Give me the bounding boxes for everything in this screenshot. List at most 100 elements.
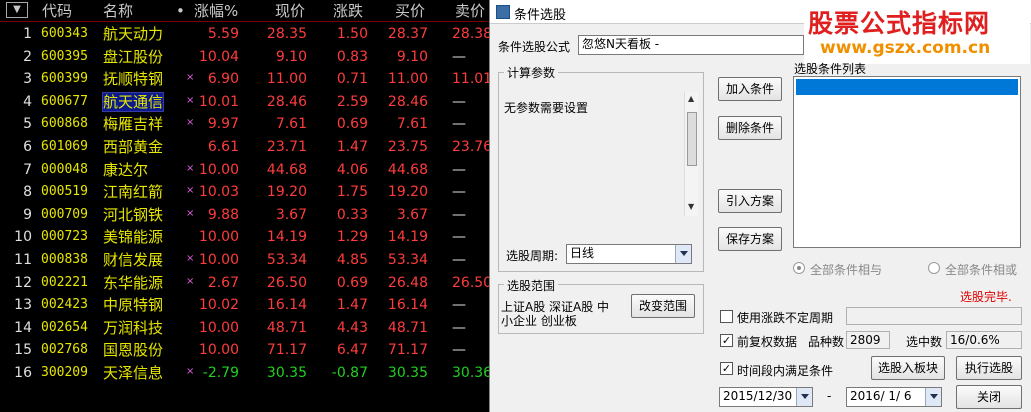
date-separator: -: [827, 389, 832, 403]
bid-price: 9.10: [396, 48, 428, 65]
table-row[interactable]: 3 600399 抚顺特钢 × 6.90 11.00 0.71 11.00 11.01: [0, 68, 490, 91]
table-row[interactable]: 9 000709 河北钢铁 × 9.88 3.67 0.33 3.67 —: [0, 204, 490, 227]
stock-code: 600395: [41, 48, 88, 64]
condition-list-item[interactable]: 忽悠N天看板 0 日线: [796, 79, 1018, 110]
stock-quote-table: ▼ 代码 名称 • 涨幅% 现价 涨跌 买价 卖价 1 600343 航天动力 5.5…: [0, 0, 490, 412]
change-percent: -2.79: [202, 365, 239, 381]
or-label[interactable]: 全部条件相或: [945, 261, 1017, 278]
col-change[interactable]: 涨跌: [333, 3, 363, 19]
scope-text-2: 小企业 创业板: [501, 314, 577, 328]
change-percent: 10.02: [198, 297, 239, 314]
row-mark-icon: ×: [186, 117, 195, 129]
pre-adjust-label[interactable]: 前复权数据: [737, 333, 797, 350]
change-scope-button[interactable]: 改变范围: [631, 294, 695, 318]
execute-button[interactable]: 执行选股: [956, 356, 1022, 380]
variable-period-checkbox[interactable]: [720, 310, 733, 323]
col-pct[interactable]: 涨幅%: [194, 3, 238, 19]
date-from-picker[interactable]: 2015/12/30: [719, 387, 813, 407]
table-row[interactable]: 12 002221 东华能源 × 2.67 26.50 0.69 26.48 26.50: [0, 272, 490, 295]
table-row[interactable]: 16 300209 天泽信息 × -2.79 30.35 -0.87 30.35 30.36: [0, 362, 490, 385]
calendar-dropdown-icon[interactable]: [925, 388, 941, 406]
bid-price: 14.19: [387, 229, 428, 246]
variable-period-label[interactable]: 使用涨跌不定周期: [737, 309, 833, 326]
table-row[interactable]: 8 000519 江南红箭 × 10.03 19.20 1.75 19.20 —: [0, 181, 490, 204]
import-plan-button[interactable]: 引入方案: [718, 189, 782, 213]
scroll-down-icon[interactable]: ▼: [688, 202, 694, 211]
price-change: 4.85: [336, 252, 368, 268]
change-percent: 10.00: [198, 252, 239, 268]
watermark-url: www.gszx.com.cn: [820, 38, 991, 58]
col-code[interactable]: 代码: [42, 3, 72, 19]
current-price: 9.10: [275, 48, 307, 65]
condition-list[interactable]: 忽悠N天看板 0 日线: [793, 76, 1021, 248]
variable-period-field: [846, 307, 1022, 325]
and-radio[interactable]: [793, 262, 805, 274]
table-row[interactable]: 14 002654 万润科技 10.00 48.71 4.43 48.71 —: [0, 317, 490, 340]
price-change: 1.50: [336, 26, 368, 42]
stock-name: 万润科技: [103, 318, 164, 337]
col-ask[interactable]: 卖价: [455, 3, 485, 19]
params-scrollbar[interactable]: ▲ ▼: [684, 92, 698, 216]
stock-code: 601069: [41, 139, 88, 154]
time-range-label[interactable]: 时间段内满足条件: [737, 362, 833, 379]
table-row[interactable]: 7 000048 康达尔 × 10.00 44.68 4.06 44.68 —: [0, 159, 490, 182]
scroll-up-icon[interactable]: ▲: [688, 94, 694, 103]
table-row[interactable]: 11 000838 财信发展 × 10.00 53.34 4.85 53.34 —: [0, 249, 490, 272]
table-row[interactable]: 5 600868 梅雁吉祥 × 9.97 7.61 0.69 7.61 —: [0, 113, 490, 136]
col-price[interactable]: 现价: [275, 3, 305, 19]
current-price: 23.71: [266, 139, 307, 155]
col-mark[interactable]: •: [176, 3, 185, 19]
price-change: 4.43: [336, 319, 368, 336]
stock-code: 002221: [41, 274, 88, 290]
calendar-dropdown-icon[interactable]: [796, 388, 812, 406]
table-row[interactable]: 2 600395 盘江股份 10.04 9.10 0.83 9.10 —: [0, 46, 490, 69]
bid-price: 26.48: [387, 274, 428, 291]
row-mark-icon: ×: [186, 72, 195, 84]
stock-name: 天泽信息: [103, 364, 164, 382]
formula-select[interactable]: 忽悠N天看板 -: [578, 35, 804, 55]
scope-title: 选股范围: [504, 277, 559, 294]
change-percent: 6.90: [207, 71, 239, 88]
row-mark-icon: ×: [186, 207, 195, 219]
row-index: 4: [23, 93, 32, 110]
save-plan-button[interactable]: 保存方案: [718, 227, 782, 251]
col-name[interactable]: 名称: [103, 3, 133, 19]
table-row[interactable]: 13 002423 中原特钢 10.02 16.14 1.47 16.14 —: [0, 294, 490, 317]
or-radio[interactable]: [928, 262, 940, 274]
ask-price: —: [452, 48, 466, 65]
current-price: 44.68: [266, 161, 307, 178]
sort-toggle[interactable]: ▼: [6, 2, 28, 18]
add-condition-button[interactable]: 加入条件: [718, 77, 782, 101]
table-row[interactable]: 1 600343 航天动力 5.59 28.35 1.50 28.37 28.38: [0, 23, 490, 46]
ask-price: —: [452, 206, 466, 223]
stock-code: 000709: [41, 206, 88, 222]
table-row[interactable]: 4 600677 航天通信 × 10.01 28.46 2.59 28.46 —: [0, 91, 490, 114]
time-range-checkbox[interactable]: ✓: [720, 362, 733, 375]
change-percent: 2.67: [207, 274, 239, 291]
stock-name: 航天通信: [101, 91, 165, 112]
date-to-picker[interactable]: 2016/ 1/ 6: [846, 387, 942, 407]
to-block-button[interactable]: 选股入板块: [871, 356, 945, 380]
current-price: 53.34: [266, 252, 307, 268]
col-bid[interactable]: 买价: [395, 3, 425, 19]
change-percent: 9.97: [207, 116, 239, 133]
condition-list-title: 选股条件列表: [794, 62, 867, 76]
pre-adjust-checkbox[interactable]: ✓: [720, 334, 733, 347]
scroll-thumb[interactable]: [687, 112, 697, 166]
dialog-title: 条件选股: [514, 8, 567, 23]
app-icon: [496, 5, 510, 19]
bid-price: 16.14: [387, 297, 428, 314]
delete-condition-button[interactable]: 删除条件: [718, 116, 782, 140]
and-label[interactable]: 全部条件相与: [810, 261, 882, 278]
period-select[interactable]: 日线: [566, 244, 692, 264]
stock-code: 002654: [41, 319, 88, 335]
table-row[interactable]: 6 601069 西部黄金 6.61 23.71 1.47 23.75 23.76: [0, 136, 490, 159]
table-row[interactable]: 15 002768 国恩股份 10.00 71.17 6.47 71.17 —: [0, 339, 490, 362]
stock-name: 河北钢铁: [103, 205, 164, 224]
price-change: 0.83: [336, 48, 368, 65]
close-button[interactable]: 关闭: [956, 385, 1022, 409]
ask-price: —: [452, 297, 466, 314]
price-change: 0.33: [336, 206, 368, 223]
chevron-down-icon[interactable]: [675, 245, 691, 263]
table-row[interactable]: 10 000723 美锦能源 10.00 14.19 1.29 14.19 —: [0, 226, 490, 249]
